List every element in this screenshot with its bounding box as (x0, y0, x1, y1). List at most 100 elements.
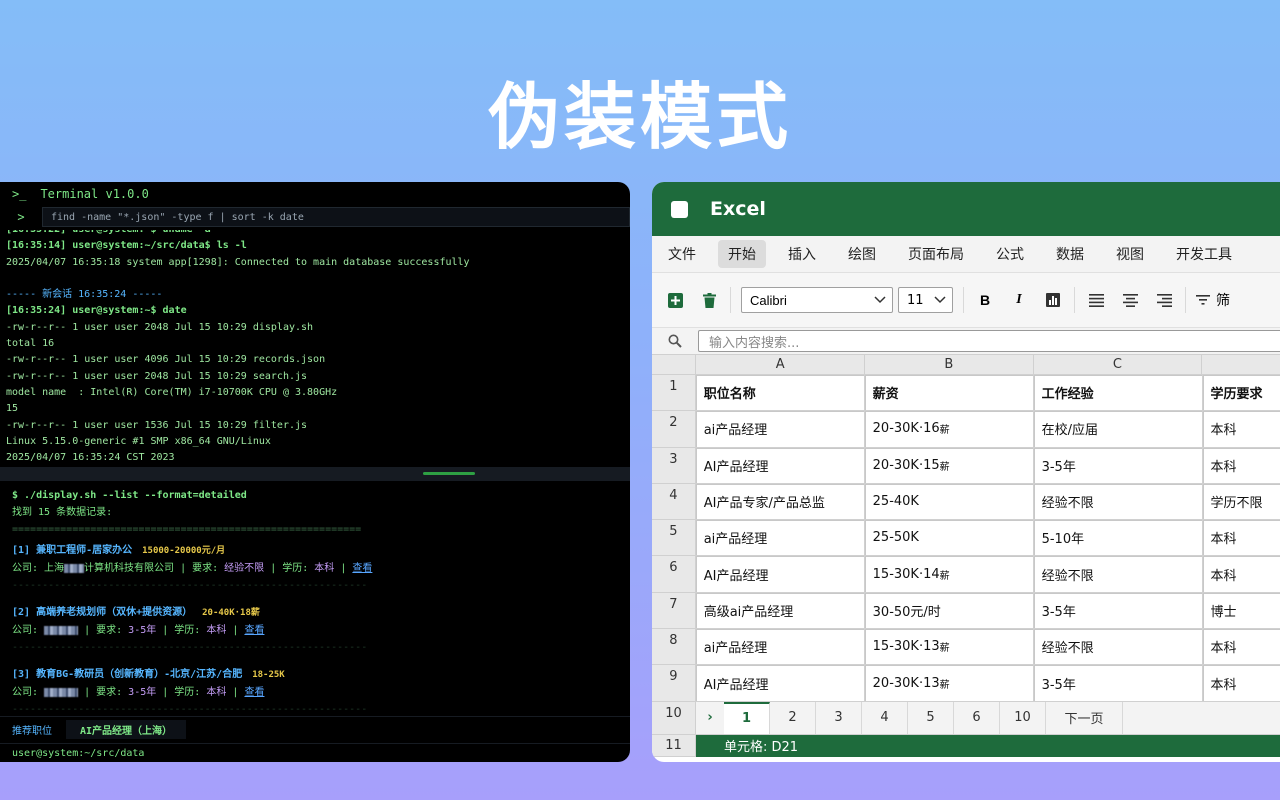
chart-button[interactable] (1042, 289, 1064, 311)
row-header[interactable]: 8 (652, 629, 696, 666)
column-header[interactable]: B (865, 355, 1034, 374)
cell[interactable]: 经验不限 (1033, 629, 1203, 666)
menu-item[interactable]: 文件 (658, 240, 706, 268)
cell[interactable]: 15-30K·13 薪 (864, 629, 1034, 666)
page-button[interactable]: 2 (770, 701, 816, 734)
recommend-tag[interactable]: AI产品经理（上海） (66, 720, 187, 739)
excel-title: Excel (710, 198, 766, 220)
align-right-button[interactable] (1153, 289, 1175, 311)
page-button[interactable]: 4 (862, 701, 908, 734)
cell[interactable]: 本科 (1202, 520, 1280, 557)
log-line: ----- 新会话 16:35:24 ----- (6, 289, 163, 301)
cell[interactable]: 在校/应届 (1033, 411, 1203, 448)
row-header[interactable]: 3 (652, 447, 696, 484)
row-header[interactable]: 5 (652, 520, 696, 557)
cell[interactable]: ai产品经理 (695, 629, 865, 666)
toolbar-separator (1185, 287, 1186, 313)
window-checkbox[interactable] (671, 200, 688, 218)
terminal-command-bar: > find -name "*.json" -type f | sort -k … (0, 206, 630, 228)
chevron-right-icon[interactable]: › (696, 702, 724, 734)
menu-item[interactable]: 数据 (1046, 240, 1094, 268)
cell[interactable]: 20-30K·13 薪 (864, 665, 1034, 702)
page-button[interactable]: 10 (1000, 701, 1046, 734)
font-select[interactable]: Calibri (741, 287, 893, 313)
page-button[interactable]: 6 (954, 701, 1000, 734)
menu-item[interactable]: 绘图 (838, 240, 886, 268)
cell[interactable]: 经验不限 (1033, 556, 1203, 593)
menu-item[interactable]: 页面布局 (898, 240, 974, 268)
cell[interactable]: 学历要求 (1202, 375, 1280, 412)
cell[interactable]: AI产品经理 (695, 665, 865, 702)
terminal-command-input[interactable]: find -name "*.json" -type f | sort -k da… (42, 207, 630, 227)
split-handle[interactable] (423, 472, 475, 475)
menu-item[interactable]: 插入 (778, 240, 826, 268)
menu-item[interactable]: 开始 (718, 240, 766, 268)
row-header[interactable]: 2 (652, 411, 696, 448)
cell[interactable]: 工作经验 (1033, 375, 1203, 412)
filter-button[interactable]: 筛 (1196, 290, 1230, 310)
cell[interactable]: 博士 (1202, 593, 1280, 630)
row-header[interactable]: 10 (652, 701, 696, 735)
align-justify-button[interactable] (1085, 289, 1107, 311)
italic-button[interactable]: I (1008, 289, 1030, 311)
cell[interactable]: ai产品经理 (695, 520, 865, 557)
page-button[interactable]: 3 (816, 701, 862, 734)
align-center-icon (1122, 293, 1138, 307)
cell[interactable]: 经验不限 (1033, 483, 1203, 521)
cell[interactable]: 本科 (1202, 411, 1280, 448)
cell[interactable]: ai产品经理 (695, 411, 865, 448)
next-page-button[interactable]: 下一页 (1046, 701, 1123, 734)
view-link[interactable]: 查看 (244, 687, 264, 698)
cell[interactable]: 职位名称 (695, 375, 865, 412)
page-button[interactable]: 5 (908, 701, 954, 734)
add-sheet-button[interactable] (664, 289, 686, 311)
view-link[interactable]: 查看 (244, 625, 264, 636)
cell[interactable]: 本科 (1202, 665, 1280, 702)
cell[interactable]: 30-50元/时 (864, 592, 1034, 630)
cell[interactable]: 5-10年 (1033, 520, 1203, 557)
cell[interactable]: 3-5年 (1033, 665, 1203, 702)
cell[interactable]: 学历不限 (1202, 484, 1280, 521)
cell[interactable]: 20-30K·16 薪 (864, 411, 1034, 448)
cell[interactable]: 本科 (1202, 629, 1280, 666)
terminal-split-divider[interactable] (0, 467, 630, 481)
cell[interactable]: 本科 (1202, 556, 1280, 593)
align-center-button[interactable] (1119, 289, 1141, 311)
cell[interactable]: 25-50K (864, 520, 1034, 557)
cell[interactable]: AI产品经理 (695, 447, 865, 484)
column-header[interactable]: C (1034, 355, 1203, 374)
row-header[interactable]: 11 (652, 734, 696, 757)
cell[interactable]: 25-40K (864, 483, 1034, 521)
terminal-title: Terminal v1.0.0 (40, 187, 149, 201)
row-header[interactable]: 9 (652, 665, 696, 702)
cell[interactable]: 3-5年 (1033, 592, 1203, 630)
cell[interactable]: 高级ai产品经理 (695, 592, 865, 630)
cell[interactable]: 20-30K·15 薪 (864, 447, 1034, 484)
cell[interactable]: 本科 (1202, 448, 1280, 484)
column-header[interactable] (1202, 355, 1280, 374)
menu-item[interactable]: 开发工具 (1166, 240, 1242, 268)
row-header[interactable]: 6 (652, 556, 696, 593)
cell[interactable]: 15-30K·14 薪 (864, 556, 1034, 593)
cell[interactable]: AI产品经理 (695, 556, 865, 593)
search-input[interactable]: 输入内容搜索... (698, 330, 1280, 352)
table-row: 7 高级ai产品经理 30-50元/时 3-5年 博士 (652, 592, 1280, 630)
view-link[interactable]: 查看 (352, 563, 372, 574)
menu-item[interactable]: 视图 (1106, 240, 1154, 268)
row-header[interactable]: 4 (652, 483, 696, 521)
chevron-down-icon (874, 296, 886, 304)
grid-corner[interactable] (652, 355, 697, 374)
page-button[interactable]: 1 (724, 701, 770, 734)
menu-item[interactable]: 公式 (986, 240, 1034, 268)
bold-button[interactable]: B (974, 289, 996, 311)
cell[interactable]: 3-5年 (1033, 447, 1203, 484)
toolbar-separator (1074, 287, 1075, 313)
row-header[interactable]: 1 (652, 375, 696, 412)
cell[interactable]: 薪资 (864, 375, 1034, 412)
font-size-select[interactable]: 11 (898, 287, 953, 313)
delete-button[interactable] (698, 289, 720, 311)
row-header[interactable]: 7 (652, 592, 696, 630)
column-header[interactable]: A (696, 355, 866, 374)
record-title-text: [3] 教育BG-教研员（创新教育）-北京/江苏/合肥 (12, 669, 243, 680)
cell[interactable]: AI产品专家/产品总监 (695, 483, 865, 521)
